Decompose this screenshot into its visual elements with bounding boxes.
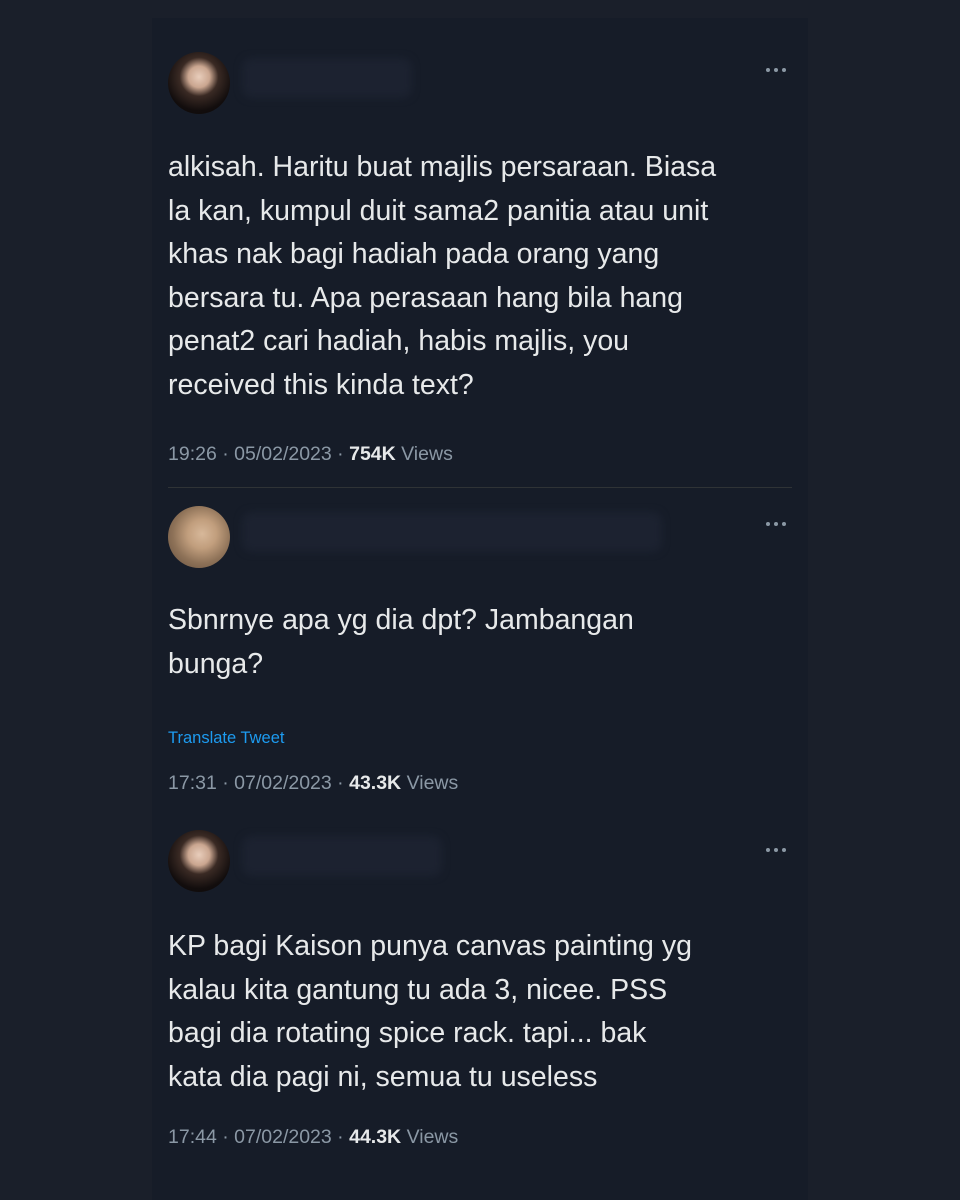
tweet-date: 05/02/2023 bbox=[234, 443, 332, 465]
more-options-icon[interactable] bbox=[760, 60, 792, 80]
blurred-username bbox=[242, 58, 412, 98]
tweet-time: 17:44 bbox=[168, 1126, 217, 1148]
tweet-date: 07/02/2023 bbox=[234, 772, 332, 794]
views-count: 44.3K bbox=[349, 1126, 402, 1148]
tweet-meta: 17:31 · 07/02/2023 · 43.3K Views bbox=[168, 772, 459, 794]
tweet-1[interactable]: alkisah. Haritu buat majlis persaraan. B… bbox=[168, 0, 792, 487]
views-count: 43.3K bbox=[349, 772, 402, 794]
tweet-2[interactable]: Sbnrnye apa yg dia dpt? Jambangan bunga?… bbox=[168, 488, 792, 808]
tweet-text: KP bagi Kaison punya canvas painting yg … bbox=[168, 930, 692, 1093]
views-label[interactable]: Views bbox=[401, 443, 453, 465]
views-count: 754K bbox=[349, 443, 396, 465]
views-label[interactable]: Views bbox=[407, 772, 459, 794]
more-options-icon[interactable] bbox=[760, 840, 792, 860]
tweet-meta: 17:44 · 07/02/2023 · 44.3K Views bbox=[168, 1126, 459, 1148]
avatar[interactable] bbox=[168, 52, 230, 114]
avatar[interactable] bbox=[168, 830, 230, 892]
tweet-date: 07/02/2023 bbox=[234, 1126, 332, 1148]
tweet-meta: 19:26 · 05/02/2023 · 754K Views bbox=[168, 443, 453, 465]
translate-tweet-link[interactable]: Translate Tweet bbox=[168, 729, 284, 748]
tweet-time: 17:31 bbox=[168, 772, 217, 794]
tweet-text: Sbnrnye apa yg dia dpt? Jambangan bunga? bbox=[168, 604, 634, 680]
tweet-3[interactable]: KP bagi Kaison punya canvas painting yg … bbox=[168, 808, 792, 1200]
avatar[interactable] bbox=[168, 506, 230, 568]
blurred-username bbox=[242, 836, 442, 876]
views-label[interactable]: Views bbox=[407, 1126, 459, 1148]
tweet-text: alkisah. Haritu buat majlis persaraan. B… bbox=[168, 151, 717, 401]
blurred-username bbox=[242, 512, 662, 552]
more-options-icon[interactable] bbox=[760, 514, 792, 534]
tweet-time: 19:26 bbox=[168, 443, 217, 465]
